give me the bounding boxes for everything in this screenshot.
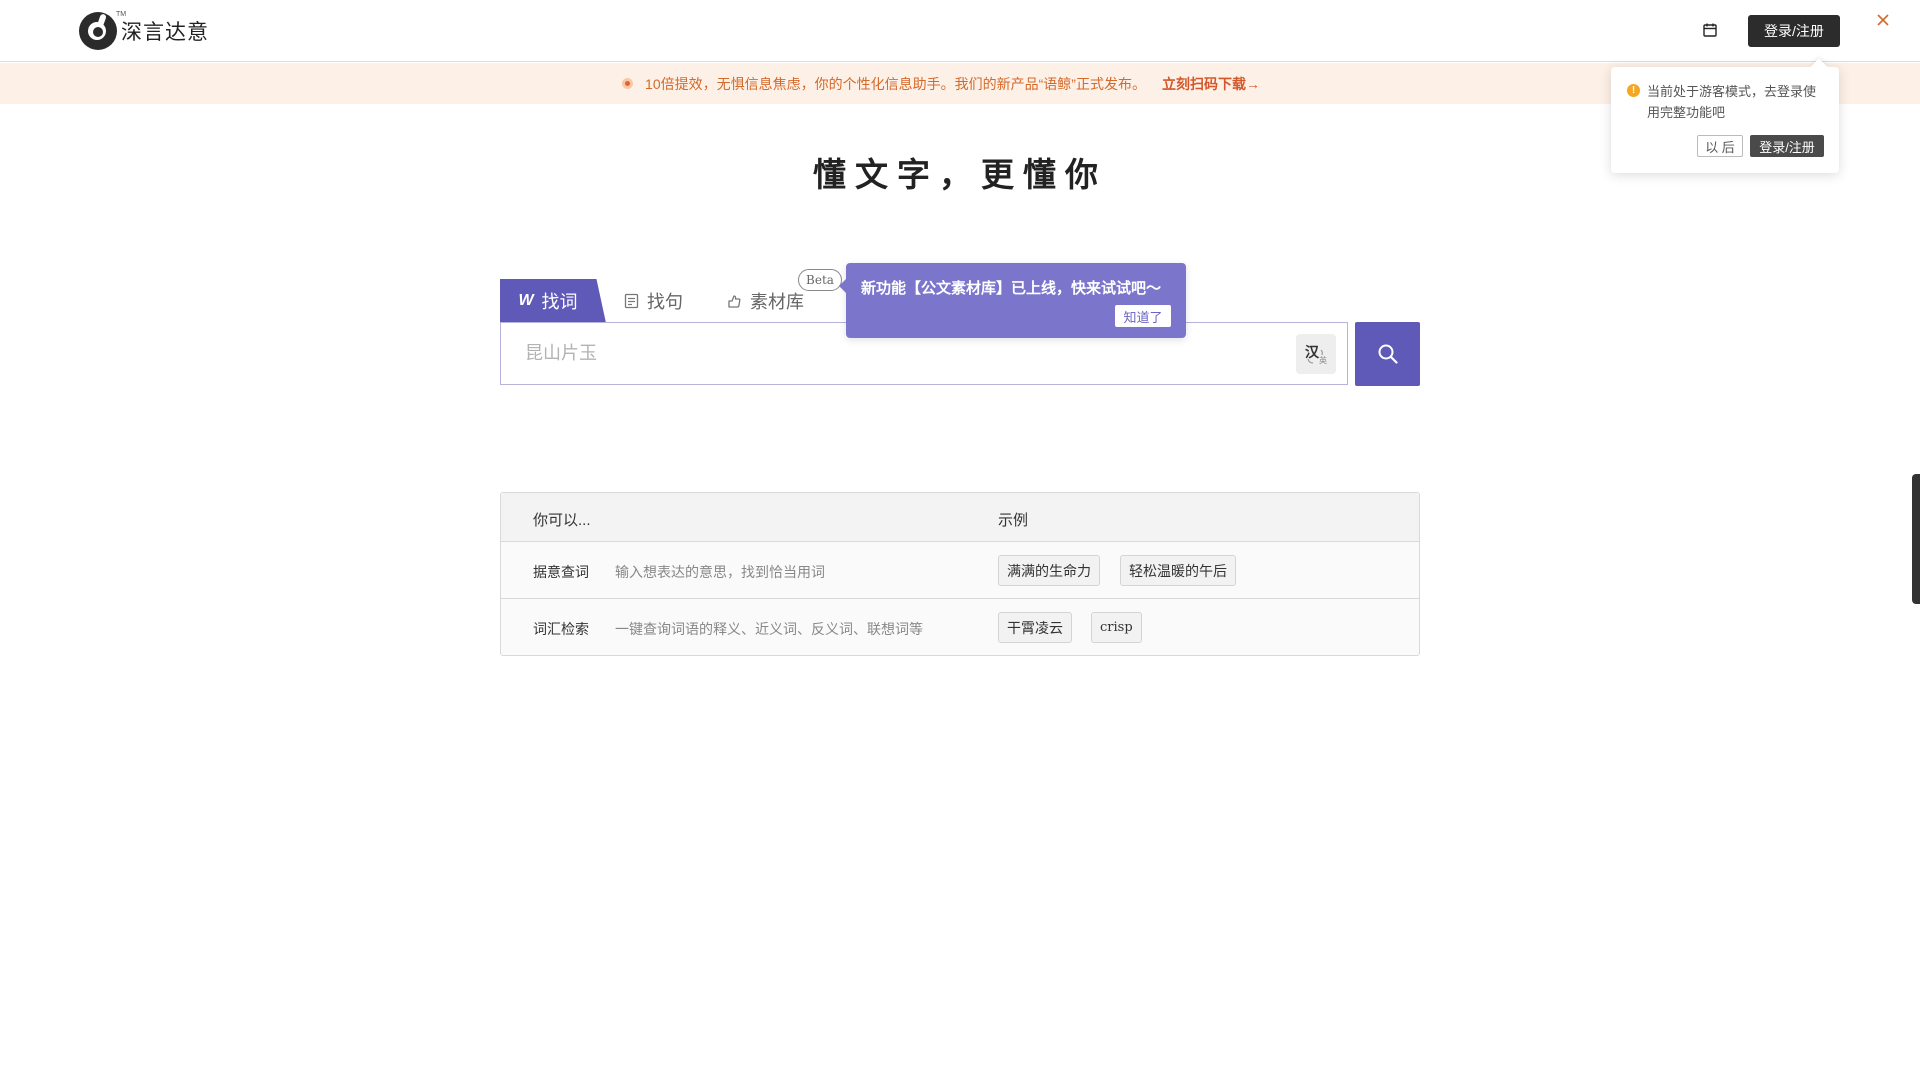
page-scrollbar[interactable] [1912, 474, 1920, 604]
login-register-button[interactable]: 登录/注册 [1748, 15, 1840, 47]
feature-tip-text: 新功能【公文素材库】已上线，快来试试吧～ [861, 280, 1162, 297]
lang-en-label: 英 [1319, 356, 1327, 365]
header-examples: 示例 [998, 512, 1029, 529]
logo[interactable]: TM 深言达意 [79, 11, 209, 51]
tab-label: 找词 [541, 292, 578, 312]
row-feature-desc: 输入想表达的意思，找到恰当用词 [615, 564, 825, 580]
table-row: 词汇检索 一键查询词语的释义、近义词、反义词、联想词等 干霄凌云 crisp [501, 599, 1419, 655]
page-slogan: 懂文字，更懂你 [813, 155, 1107, 194]
notice-text: 10倍提效，无惧信息焦虑，你的个性化信息助手。我们的新产品“语鲸”正式发布。 [645, 75, 1146, 92]
w-logo-icon: W [518, 292, 534, 309]
sentence-icon [624, 293, 639, 309]
example-chip[interactable]: 干霄凌云 [998, 612, 1072, 643]
tab-label: 素材库 [750, 292, 804, 312]
search-icon [1378, 344, 1398, 364]
notice-download-link[interactable]: 立刻扫码下载→ [1162, 74, 1260, 94]
notice-dot-icon [622, 78, 634, 89]
row-feature-name: 据意查词 [533, 564, 589, 580]
beta-badge: Beta [798, 269, 842, 291]
example-chip[interactable]: 轻松温暖的午后 [1120, 555, 1236, 586]
warning-icon: ! [1627, 84, 1640, 97]
close-icon[interactable] [1875, 12, 1891, 28]
row-feature-name: 词汇检索 [533, 621, 589, 637]
material-icon [728, 295, 741, 308]
guest-mode-message: 当前处于游客模式，去登录使用完整功能吧 [1647, 84, 1817, 120]
got-it-button[interactable]: 知道了 [1115, 305, 1171, 327]
search-button[interactable] [1355, 322, 1420, 386]
logo-trademark: TM [116, 11, 127, 18]
tab-material-library[interactable]: 素材库 [726, 286, 804, 316]
example-chip[interactable]: crisp [1091, 612, 1142, 643]
tab-find-word[interactable]: W 找词 [500, 279, 606, 323]
top-header: TM 深言达意 登录/注册 [0, 0, 1920, 62]
new-feature-tooltip: 新功能【公文素材库】已上线，快来试试吧～ 知道了 [839, 263, 1186, 338]
row-feature-desc: 一键查询词语的释义、近义词、反义词、联想词等 [615, 621, 923, 637]
tab-label: 找句 [647, 292, 683, 312]
language-toggle-button[interactable]: 汉 英 [1296, 334, 1336, 374]
calendar-icon[interactable] [1702, 22, 1718, 38]
logo-text: 深言达意 [121, 20, 209, 44]
table-header: 你可以... 示例 [501, 493, 1419, 542]
logo-mark-icon [79, 12, 117, 50]
tab-find-sentence[interactable]: 找句 [624, 286, 683, 316]
example-chip[interactable]: 满满的生命力 [998, 555, 1100, 586]
header-you-can: 你可以... [533, 512, 591, 529]
table-row: 据意查词 输入想表达的意思，找到恰当用词 满满的生命力 轻松温暖的午后 [501, 542, 1419, 599]
usage-guide-table: 你可以... 示例 据意查词 输入想表达的意思，找到恰当用词 满满的生命力 轻松… [500, 492, 1420, 656]
